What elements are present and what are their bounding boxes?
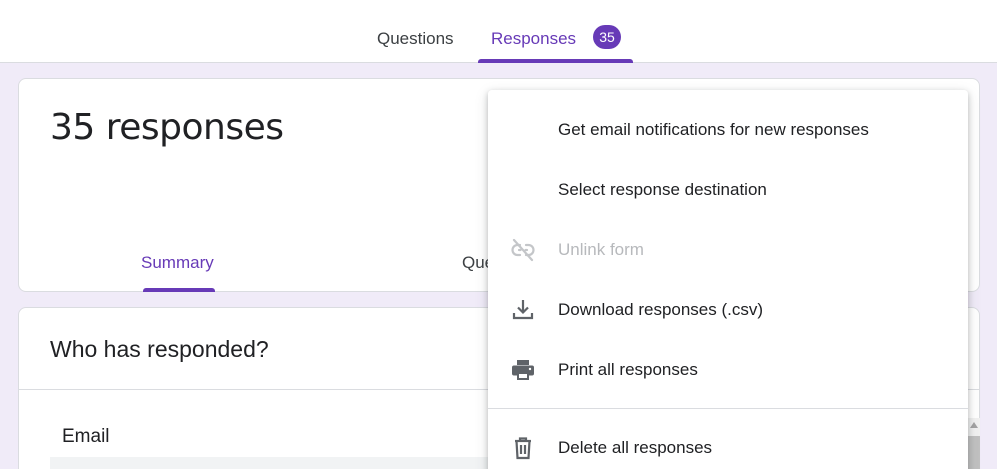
menu-item-print-responses[interactable]: Print all responses — [488, 340, 968, 400]
scrollbar-thumb[interactable] — [968, 436, 980, 469]
link-off-icon — [510, 237, 536, 263]
menu-item-label: Unlink form — [558, 240, 644, 259]
trash-icon — [510, 435, 536, 461]
menu-item-unlink-form: Unlink form — [488, 220, 968, 280]
menu-item-label: Delete all responses — [558, 438, 713, 457]
who-responded-title: Who has responded? — [50, 336, 269, 362]
active-tab-indicator — [478, 59, 633, 63]
top-tab-bar: Questions Responses 35 — [0, 0, 997, 63]
scroll-up-arrow-icon[interactable] — [970, 422, 978, 428]
menu-item-delete-responses[interactable]: Delete all responses — [488, 418, 968, 469]
email-column-label: Email — [62, 426, 110, 447]
responses-count-title: 35 responses — [50, 107, 284, 148]
tab-responses[interactable]: Responses 35 — [478, 25, 633, 63]
menu-item-email-notifications[interactable]: Get email notifications for new response… — [488, 100, 968, 160]
menu-item-download-csv[interactable]: Download responses (.csv) — [488, 280, 968, 340]
tab-questions[interactable]: Questions — [377, 29, 454, 63]
subtab-summary-label: Summary — [141, 253, 214, 272]
menu-divider — [488, 408, 968, 409]
menu-item-label: Print all responses — [558, 360, 698, 379]
active-subtab-indicator — [143, 288, 215, 292]
menu-item-label: Download responses (.csv) — [558, 300, 764, 319]
responses-options-menu: Get email notifications for new response… — [488, 90, 968, 469]
responses-count-badge: 35 — [593, 25, 621, 49]
print-icon — [510, 357, 536, 383]
subtab-summary[interactable]: Summary — [141, 253, 215, 292]
menu-item-label: Select response destination — [558, 180, 767, 199]
tab-responses-label: Responses — [491, 29, 577, 48]
download-icon — [510, 297, 536, 323]
tab-questions-label: Questions — [377, 29, 454, 48]
menu-item-select-destination[interactable]: Select response destination — [488, 160, 968, 220]
email-row — [50, 457, 490, 469]
menu-item-label: Get email notifications for new response… — [558, 120, 869, 139]
